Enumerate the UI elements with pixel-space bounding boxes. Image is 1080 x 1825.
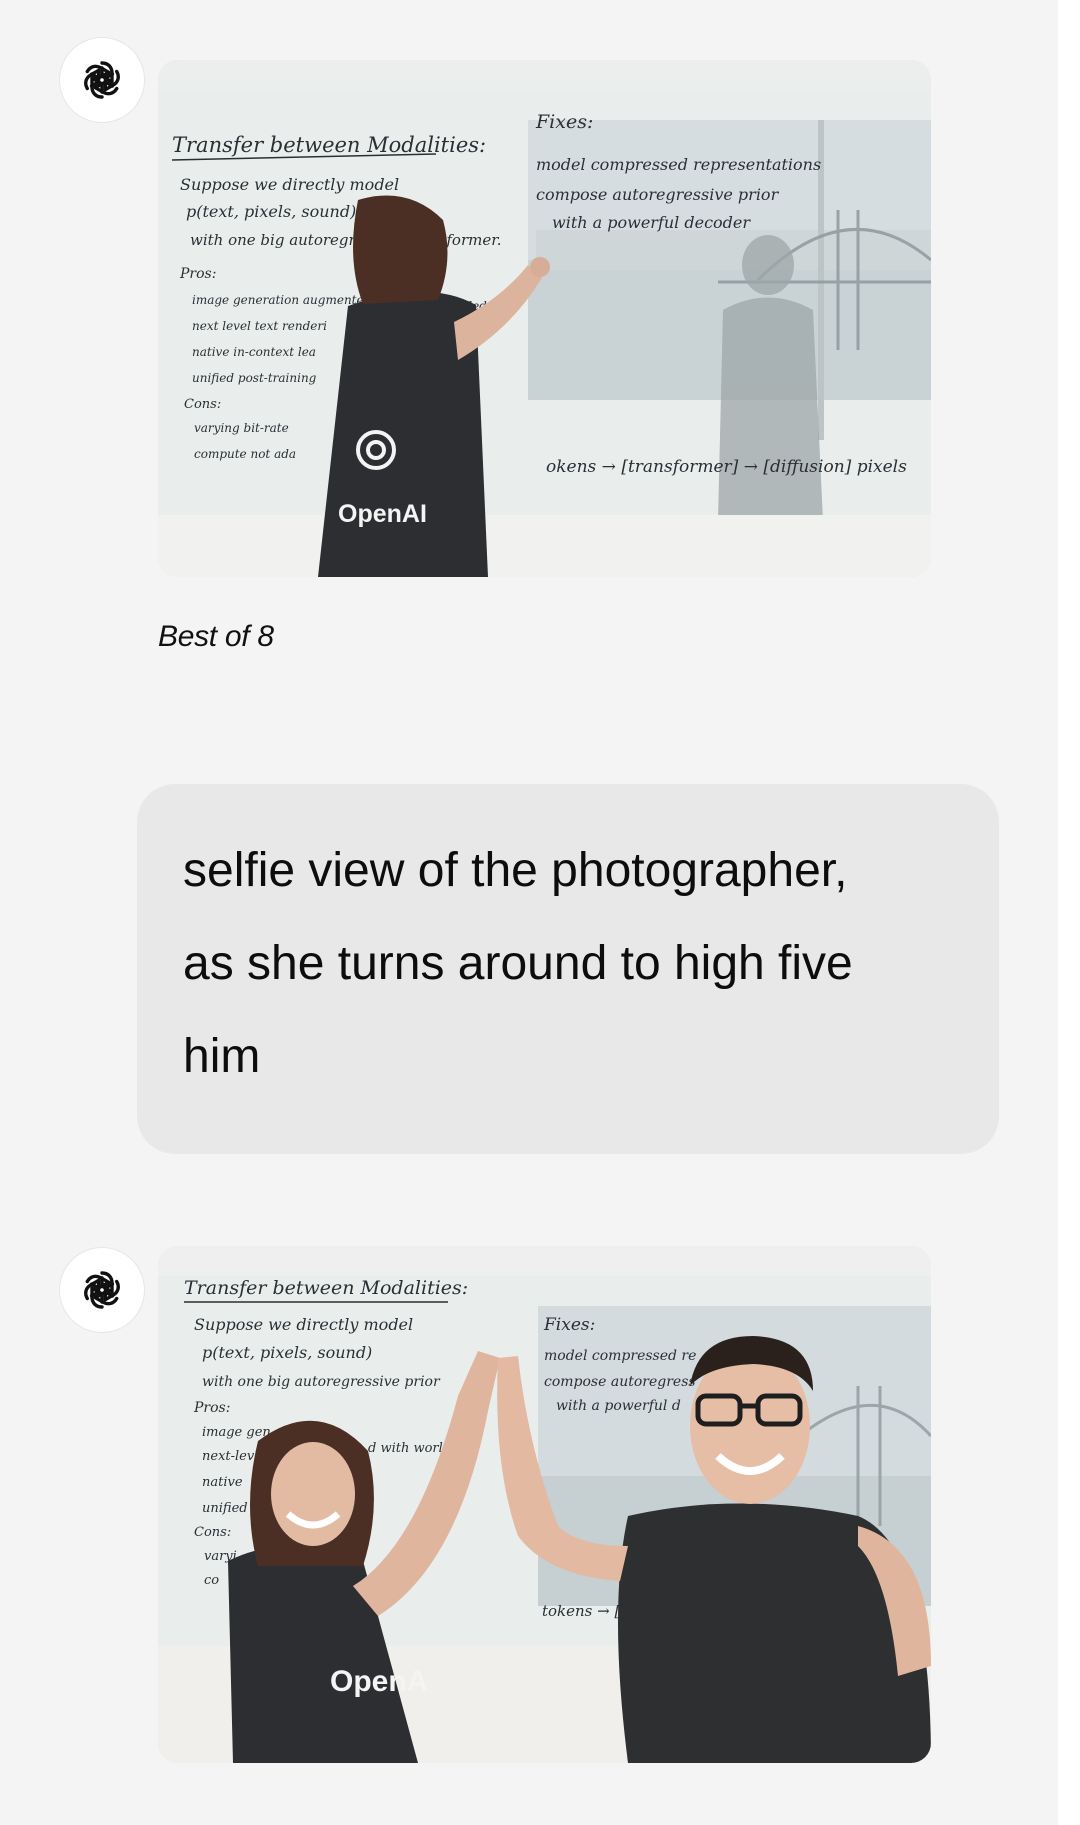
wb-line: with one big autoregressive prior [202,1374,441,1390]
wb-con: co [204,1573,219,1588]
generated-image-whiteboard[interactable]: Transfer between Modalities: Suppose we … [158,60,931,577]
shirt-logo-text: OpenAI [338,500,427,528]
openai-logo-icon [80,1271,124,1309]
wb-line: with one big autoregressive transformer. [190,231,502,249]
wb-con: varying bit-rate [194,421,289,435]
openai-logo-icon [80,61,124,99]
wb-con: compute not ada [194,447,296,461]
wb-pros-label: Pros: [193,1400,230,1416]
page-edge [1058,0,1080,1825]
user-message-bubble: selfie view of the photographer, as she … [137,784,999,1154]
assistant-avatar [59,1247,145,1333]
wb-line: p(text, pixels, sound) [202,1343,372,1362]
wb-pro: next level text renderi [192,319,327,333]
wb-pro: next-lev [202,1449,255,1464]
wb-line: Suppose we directly model [194,1315,413,1334]
shirt-logo-text: OpenA [330,1665,428,1698]
wb-title: Transfer between Modalities: [172,133,486,157]
wb-line: Suppose we directly model [180,175,399,194]
wb-title: Transfer between Modalities: [184,1277,468,1299]
wb-fix: model compressed representations [536,155,821,174]
wb-fix: compose autoregress [544,1374,696,1390]
wb-fix: compose autoregressive prior [536,185,780,204]
wb-fix: model compressed re [544,1348,696,1364]
wb-pro: image gen [202,1425,271,1440]
user-message-text: selfie view of the photographer, as she … [183,844,853,1083]
wb-flow: okens → [transformer] → [diffusion] pixe… [546,457,907,477]
wb-fixes-label: Fixes: [543,1315,595,1335]
assistant-avatar [59,37,145,123]
wb-fix: with a powerful decoder [552,213,751,232]
wb-cons-label: Cons: [194,1525,231,1540]
wb-fix: with a powerful d [556,1398,681,1414]
whiteboard-photo: Transfer between Modalities: Suppose we … [158,60,931,577]
wb-cons-label: Cons: [184,397,221,412]
wb-fixes-label: Fixes: [535,111,593,133]
wb-pro: native in-context lea [192,345,316,359]
wb-pro: unified [202,1501,248,1516]
high-five-photo: Transfer between Modalities: Suppose we … [158,1246,931,1763]
wb-pro: native [202,1475,243,1490]
wb-pro: image generation augmente [192,293,364,307]
wb-pros-label: Pros: [179,266,216,282]
wb-pro: unified post-training [192,371,317,385]
wb-line: p(text, pixels, sound) [186,202,356,221]
generated-image-high-five[interactable]: Transfer between Modalities: Suppose we … [158,1246,931,1763]
best-of-caption: Best of 8 [158,620,274,653]
